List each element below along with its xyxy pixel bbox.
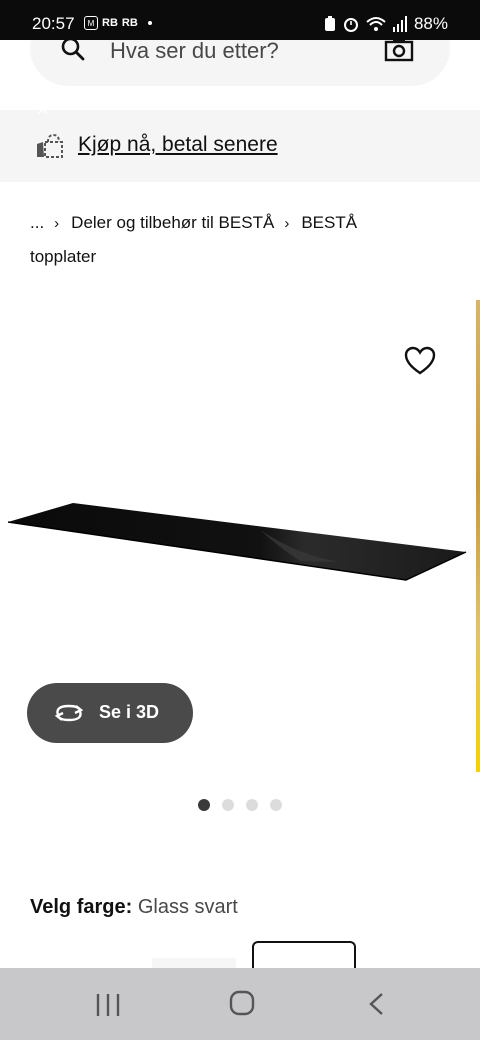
heart-icon[interactable] <box>404 346 436 376</box>
pay-later-link[interactable]: Kjøp nå, betal senere <box>78 133 278 157</box>
carousel-indicator <box>198 799 282 811</box>
breadcrumb-current[interactable]: topplater <box>30 247 96 266</box>
color-label: Velg farge: <box>30 896 133 918</box>
status-time: 20:57 <box>32 14 75 33</box>
carousel-dot-active[interactable] <box>198 799 210 811</box>
mail-notification-icon: M <box>84 16 98 30</box>
breadcrumb: ... › Deler og tilbehør til BESTÅ › BESTÅ to… <box>30 206 450 273</box>
signal-icon <box>392 16 407 32</box>
next-image-peek <box>476 300 480 772</box>
carousel-dot[interactable] <box>222 799 234 811</box>
rb-notification-icon: RB <box>102 17 118 29</box>
view-3d-label: Se i 3D <box>99 702 160 722</box>
color-value: Glass svart <box>137 896 238 918</box>
breadcrumb-ellipsis[interactable]: ... <box>30 213 44 232</box>
notification-icons: M RB RB <box>84 16 152 30</box>
page: Hva ser du etter? 20:57 M RB RB 88% ✕ Kj… <box>0 0 480 1040</box>
wifi-icon <box>366 17 386 31</box>
chevron-right-icon: › <box>284 215 290 232</box>
carousel-dot[interactable] <box>270 799 282 811</box>
status-icons: 88% <box>324 14 448 34</box>
home-icon[interactable] <box>229 990 255 1016</box>
shopping-bag-icon <box>37 133 63 158</box>
recent-apps-icon[interactable] <box>95 994 121 1016</box>
breadcrumb-item[interactable]: BESTÅ <box>301 213 357 232</box>
view-3d-button[interactable]: Se i 3D <box>27 683 193 743</box>
battery-saver-icon <box>324 16 335 31</box>
color-selection: Velg farge: Glass svart <box>30 896 238 919</box>
carousel-dot[interactable] <box>246 799 258 811</box>
status-bar: 20:57 M RB RB 88% <box>0 0 480 40</box>
breadcrumb-item[interactable]: Deler og tilbehør til BESTÅ <box>71 213 274 232</box>
battery-percent: 88% <box>413 14 448 33</box>
rb-notification-icon-2: RB <box>121 17 138 29</box>
close-icon[interactable]: ✕ <box>36 100 49 120</box>
search-placeholder: Hva ser du etter? <box>110 38 279 63</box>
chevron-right-icon: › <box>54 215 60 232</box>
alarm-icon <box>343 18 358 32</box>
system-nav-bar <box>0 968 480 1040</box>
more-notifications-dot <box>147 21 152 25</box>
back-icon[interactable] <box>366 992 386 1016</box>
pay-later-banner[interactable]: Kjøp nå, betal senere <box>0 110 480 182</box>
rotate-3d-icon <box>54 704 84 722</box>
